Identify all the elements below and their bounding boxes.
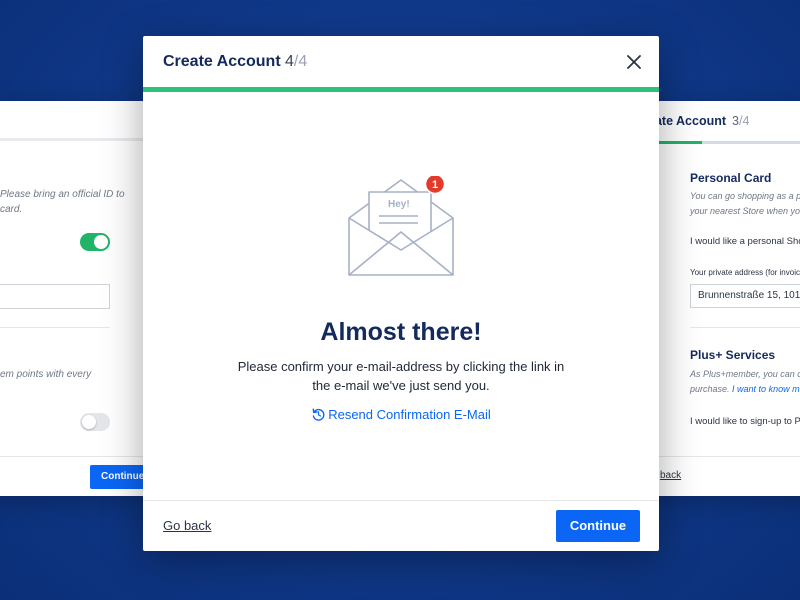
background-card-left: Please bring an official ID to card. em … — [0, 101, 160, 496]
address-input[interactable]: Brunnenstraße 15, 1011 — [690, 284, 800, 308]
left-card-points-text: em points with every — [0, 369, 92, 380]
step-total: /4 — [293, 53, 308, 70]
modal-header: Create Account 4/4 — [143, 36, 659, 87]
left-card-input[interactable] — [0, 284, 110, 309]
close-button[interactable] — [623, 51, 645, 73]
step-indicator: 4/4 — [285, 53, 307, 71]
go-back-link[interactable]: Go back — [163, 518, 211, 533]
resend-label: Resend Confirmation E-Mail — [328, 407, 491, 422]
right-card-progress-bar — [640, 141, 800, 144]
toggle-knob — [94, 235, 108, 249]
notification-count: 1 — [432, 179, 438, 191]
modal-title: Create Account — [163, 53, 281, 70]
left-card-footer: Continue — [0, 456, 160, 496]
right-card-title-text: eate Account — [648, 114, 727, 128]
right-card-footer: back — [640, 456, 800, 496]
plus-services-description: As Plus+member, you can co purchase. I w… — [690, 367, 800, 397]
left-card-toggle-on[interactable] — [80, 233, 110, 251]
resend-confirmation-link[interactable]: Resend Confirmation E-Mail — [143, 407, 659, 422]
left-card-description-line: Please bring an official ID to — [0, 189, 125, 200]
left-card-description-line: card. — [0, 204, 23, 215]
personal-card-description: You can go shopping as a pr your nearest… — [690, 189, 800, 219]
personal-card-heading: Personal Card — [690, 171, 772, 185]
right-card-back-link[interactable]: back — [660, 470, 681, 481]
envelope-illustration: Hey! 1 — [346, 173, 456, 276]
modal-progress-bar — [143, 87, 659, 92]
plus-services-option[interactable]: I would like to sign-up to P — [690, 416, 800, 427]
close-icon — [627, 55, 641, 69]
right-card-title: eate Account 3/4 — [648, 114, 749, 128]
letter-text: Hey! — [388, 199, 410, 210]
step-current: 4 — [285, 53, 294, 70]
envelope-icon: Hey! 1 — [348, 173, 454, 276]
right-card-step-current: 3 — [732, 114, 739, 128]
know-more-link[interactable]: I want to know m — [732, 384, 800, 394]
plus-services-heading: Plus+ Services — [690, 348, 776, 362]
description-line: your nearest Store when yo — [690, 206, 800, 216]
left-card-description: Please bring an official ID to card. — [0, 187, 150, 217]
personal-card-option[interactable]: I would like a personal Sho — [690, 236, 800, 247]
create-account-modal: Create Account 4/4 Hey! 1 Almost there! — [143, 36, 659, 551]
continue-button[interactable]: Continue — [556, 510, 640, 542]
toggle-knob — [82, 415, 96, 429]
divider — [0, 327, 110, 328]
modal-body-text: Please confirm your e-mail-address by cl… — [237, 359, 565, 393]
background-card-right: eate Account 3/4 Personal Card You can go… — [640, 101, 800, 496]
address-label: Your private address (for invoic — [690, 268, 800, 277]
divider — [690, 327, 800, 328]
left-card-toggle-off[interactable] — [80, 413, 110, 431]
description-line: You can go shopping as a pr — [690, 191, 800, 201]
right-card-step: 3/4 — [732, 114, 749, 128]
right-card-step-total: /4 — [738, 114, 750, 128]
description-line: purchase. — [690, 384, 730, 394]
refresh-icon — [312, 408, 325, 421]
left-card-header — [0, 101, 160, 141]
modal-heading: Almost there! — [320, 318, 482, 346]
description-line: As Plus+member, you can co — [690, 369, 800, 379]
modal-footer: Go back Continue — [143, 500, 659, 551]
